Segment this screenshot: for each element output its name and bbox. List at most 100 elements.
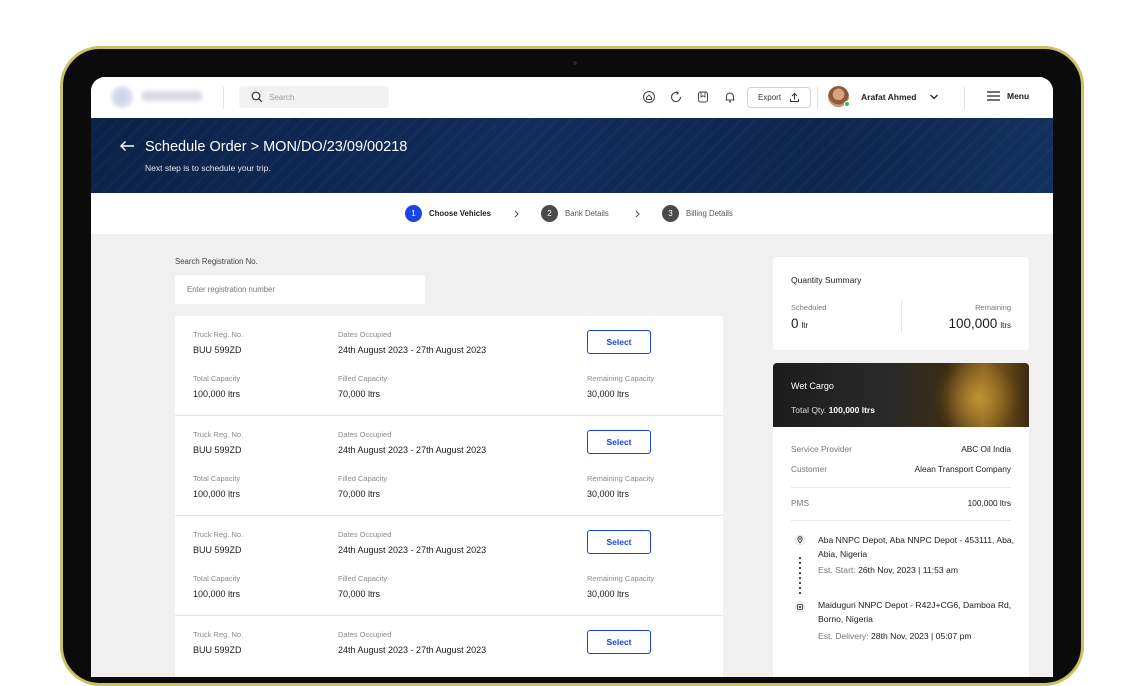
vehicle-card: Truck Reg. No. BUU 599ZD Dates Occupied …: [175, 416, 723, 516]
oil-image: [933, 363, 1023, 427]
product-row: PMS 100,000 ltrs: [791, 498, 1011, 508]
truck-reg-value: BUU 599ZD: [193, 345, 242, 355]
cargo-banner: Wet Cargo Total Qty. 100,000 ltrs: [773, 363, 1029, 427]
top-bar: Search Export Arafat Ahmed Menu: [91, 77, 1053, 118]
dates-label: Dates Occupied: [338, 530, 392, 539]
bell-icon[interactable]: [723, 90, 737, 104]
user-name[interactable]: Arafat Ahmed: [861, 92, 916, 102]
cargo-total-value: 100,000 ltrs: [828, 405, 875, 415]
product-value: 100,000 ltrs: [967, 498, 1011, 508]
product-label: PMS: [791, 498, 809, 508]
customer-value: Alean Transport Company: [914, 464, 1011, 474]
app-screen: Search Export Arafat Ahmed Menu Schedule…: [91, 77, 1053, 677]
online-status-dot: [844, 101, 850, 107]
upload-icon: [790, 92, 800, 102]
step-choose-vehicles[interactable]: 1 Choose Vehicles: [405, 205, 491, 222]
remaining-value: 100,000 ltrs: [949, 316, 1011, 331]
bookmark-icon[interactable]: [696, 90, 710, 104]
header-pattern: [91, 118, 1053, 193]
select-button[interactable]: Select: [587, 530, 651, 554]
page-title: Schedule Order > MON/DO/23/09/00218: [145, 139, 408, 155]
remaining-label: Remaining: [975, 303, 1011, 312]
quantity-summary-card: Quantity Summary Scheduled 0 ltr Remainin…: [773, 257, 1029, 350]
route-dotted-line: [799, 557, 801, 597]
refresh-icon[interactable]: [669, 90, 683, 104]
total-capacity-label: Total Capacity: [193, 474, 241, 483]
destination-address: Maiduguri NNPC Depot - R42J+CG6, Damboa …: [818, 600, 1012, 624]
camera-dot: [573, 61, 577, 65]
est-start-value: 26th Nov, 2023 | 11:53 am: [858, 565, 958, 575]
service-provider-row: Service Provider ABC Oil India: [791, 444, 1011, 454]
step-bank-details[interactable]: 2 Bank Details: [541, 205, 609, 222]
search-box[interactable]: Search: [239, 86, 389, 108]
brand-name-blurred: [141, 91, 203, 101]
est-start: Est. Start: 26th Nov, 2023 | 11:53 am: [818, 565, 958, 575]
stepper: 1 Choose Vehicles 2 Bank Details 3 Billi…: [91, 193, 1053, 234]
page-subtitle: Next step is to schedule your trip.: [145, 163, 271, 173]
step-label: Choose Vehicles: [429, 209, 491, 218]
total-capacity-label: Total Capacity: [193, 374, 241, 383]
menu-button[interactable]: Menu: [987, 91, 1029, 101]
divider: [223, 87, 224, 109]
dates-label: Dates Occupied: [338, 630, 392, 639]
vehicle-card: Truck Reg. No. BUU 599ZD Dates Occupied …: [175, 616, 723, 677]
filled-capacity-label: Filled Capacity: [338, 574, 388, 583]
scheduled-unit: ltr: [801, 321, 809, 330]
total-capacity-value: 100,000 ltrs: [193, 589, 241, 599]
export-label: Export: [757, 93, 782, 102]
filled-capacity-label: Filled Capacity: [338, 474, 388, 483]
page-header: Schedule Order > MON/DO/23/09/00218 Next…: [91, 118, 1053, 193]
dates-label: Dates Occupied: [338, 430, 392, 439]
select-button[interactable]: Select: [587, 430, 651, 454]
divider: [791, 487, 1011, 488]
dates-value: 24th August 2023 - 27th August 2023: [338, 345, 487, 355]
cargo-title: Wet Cargo: [791, 381, 834, 391]
step-label: Billing Details: [686, 209, 733, 218]
service-provider-value: ABC Oil India: [961, 444, 1011, 454]
truck-reg-label: Truck Reg. No.: [193, 330, 244, 339]
truck-reg-value: BUU 599ZD: [193, 445, 242, 455]
remaining-capacity-value: 30,000 ltrs: [587, 489, 630, 499]
search-icon: [251, 91, 263, 103]
chevron-right-icon: [635, 210, 640, 218]
select-button[interactable]: Select: [587, 630, 651, 654]
dates-value: 24th August 2023 - 27th August 2023: [338, 445, 487, 455]
est-delivery-value: 28th Nov, 2023 | 05:07 pm: [871, 631, 972, 641]
registration-search-input[interactable]: Enter registration number: [175, 275, 425, 304]
truck-reg-value: BUU 599ZD: [193, 645, 242, 655]
est-start-label: Est. Start:: [818, 565, 856, 575]
cargo-total: Total Qty. 100,000 ltrs: [791, 405, 875, 415]
divider: [817, 87, 818, 109]
select-button[interactable]: Select: [587, 330, 651, 354]
filled-capacity-value: 70,000 ltrs: [338, 589, 381, 599]
remaining-capacity-label: Remaining Capacity: [587, 574, 655, 583]
laptop-frame: Search Export Arafat Ahmed Menu Schedule…: [60, 46, 1084, 686]
step-billing-details[interactable]: 3 Billing Details: [662, 205, 733, 222]
dates-label: Dates Occupied: [338, 330, 392, 339]
dates-value: 24th August 2023 - 27th August 2023: [338, 545, 487, 555]
vehicle-card: Truck Reg. No. BUU 599ZD Dates Occupied …: [175, 316, 723, 416]
customer-label: Customer: [791, 464, 827, 474]
export-button[interactable]: Export: [747, 87, 811, 108]
back-arrow-icon[interactable]: [119, 140, 135, 152]
est-delivery: Est. Delivery: 28th Nov, 2023 | 05:07 pm: [818, 631, 972, 641]
origin-address: Aba NNPC Depot, Aba NNPC Depot - 453111,…: [818, 535, 1015, 559]
search-registration-label: Search Registration No.: [175, 257, 258, 266]
search-placeholder[interactable]: Search: [269, 93, 294, 102]
hamburger-icon: [987, 91, 1000, 101]
filled-capacity-value: 70,000 ltrs: [338, 489, 381, 499]
order-details-card: Service Provider ABC Oil India Customer …: [773, 427, 1029, 677]
home-icon[interactable]: [642, 90, 656, 104]
quantity-summary-title: Quantity Summary: [791, 275, 862, 285]
step-label: Bank Details: [565, 209, 609, 218]
step-number: 2: [541, 205, 558, 222]
step-number: 3: [662, 205, 679, 222]
truck-reg-label: Truck Reg. No.: [193, 630, 244, 639]
remaining-capacity-value: 30,000 ltrs: [587, 389, 630, 399]
filled-capacity-value: 70,000 ltrs: [338, 389, 381, 399]
scheduled-value: 0 ltr: [791, 316, 808, 331]
divider: [901, 301, 902, 333]
brand-logo[interactable]: [111, 86, 133, 108]
chevron-down-icon[interactable]: [929, 92, 939, 102]
vehicle-card: Truck Reg. No. BUU 599ZD Dates Occupied …: [175, 516, 723, 616]
